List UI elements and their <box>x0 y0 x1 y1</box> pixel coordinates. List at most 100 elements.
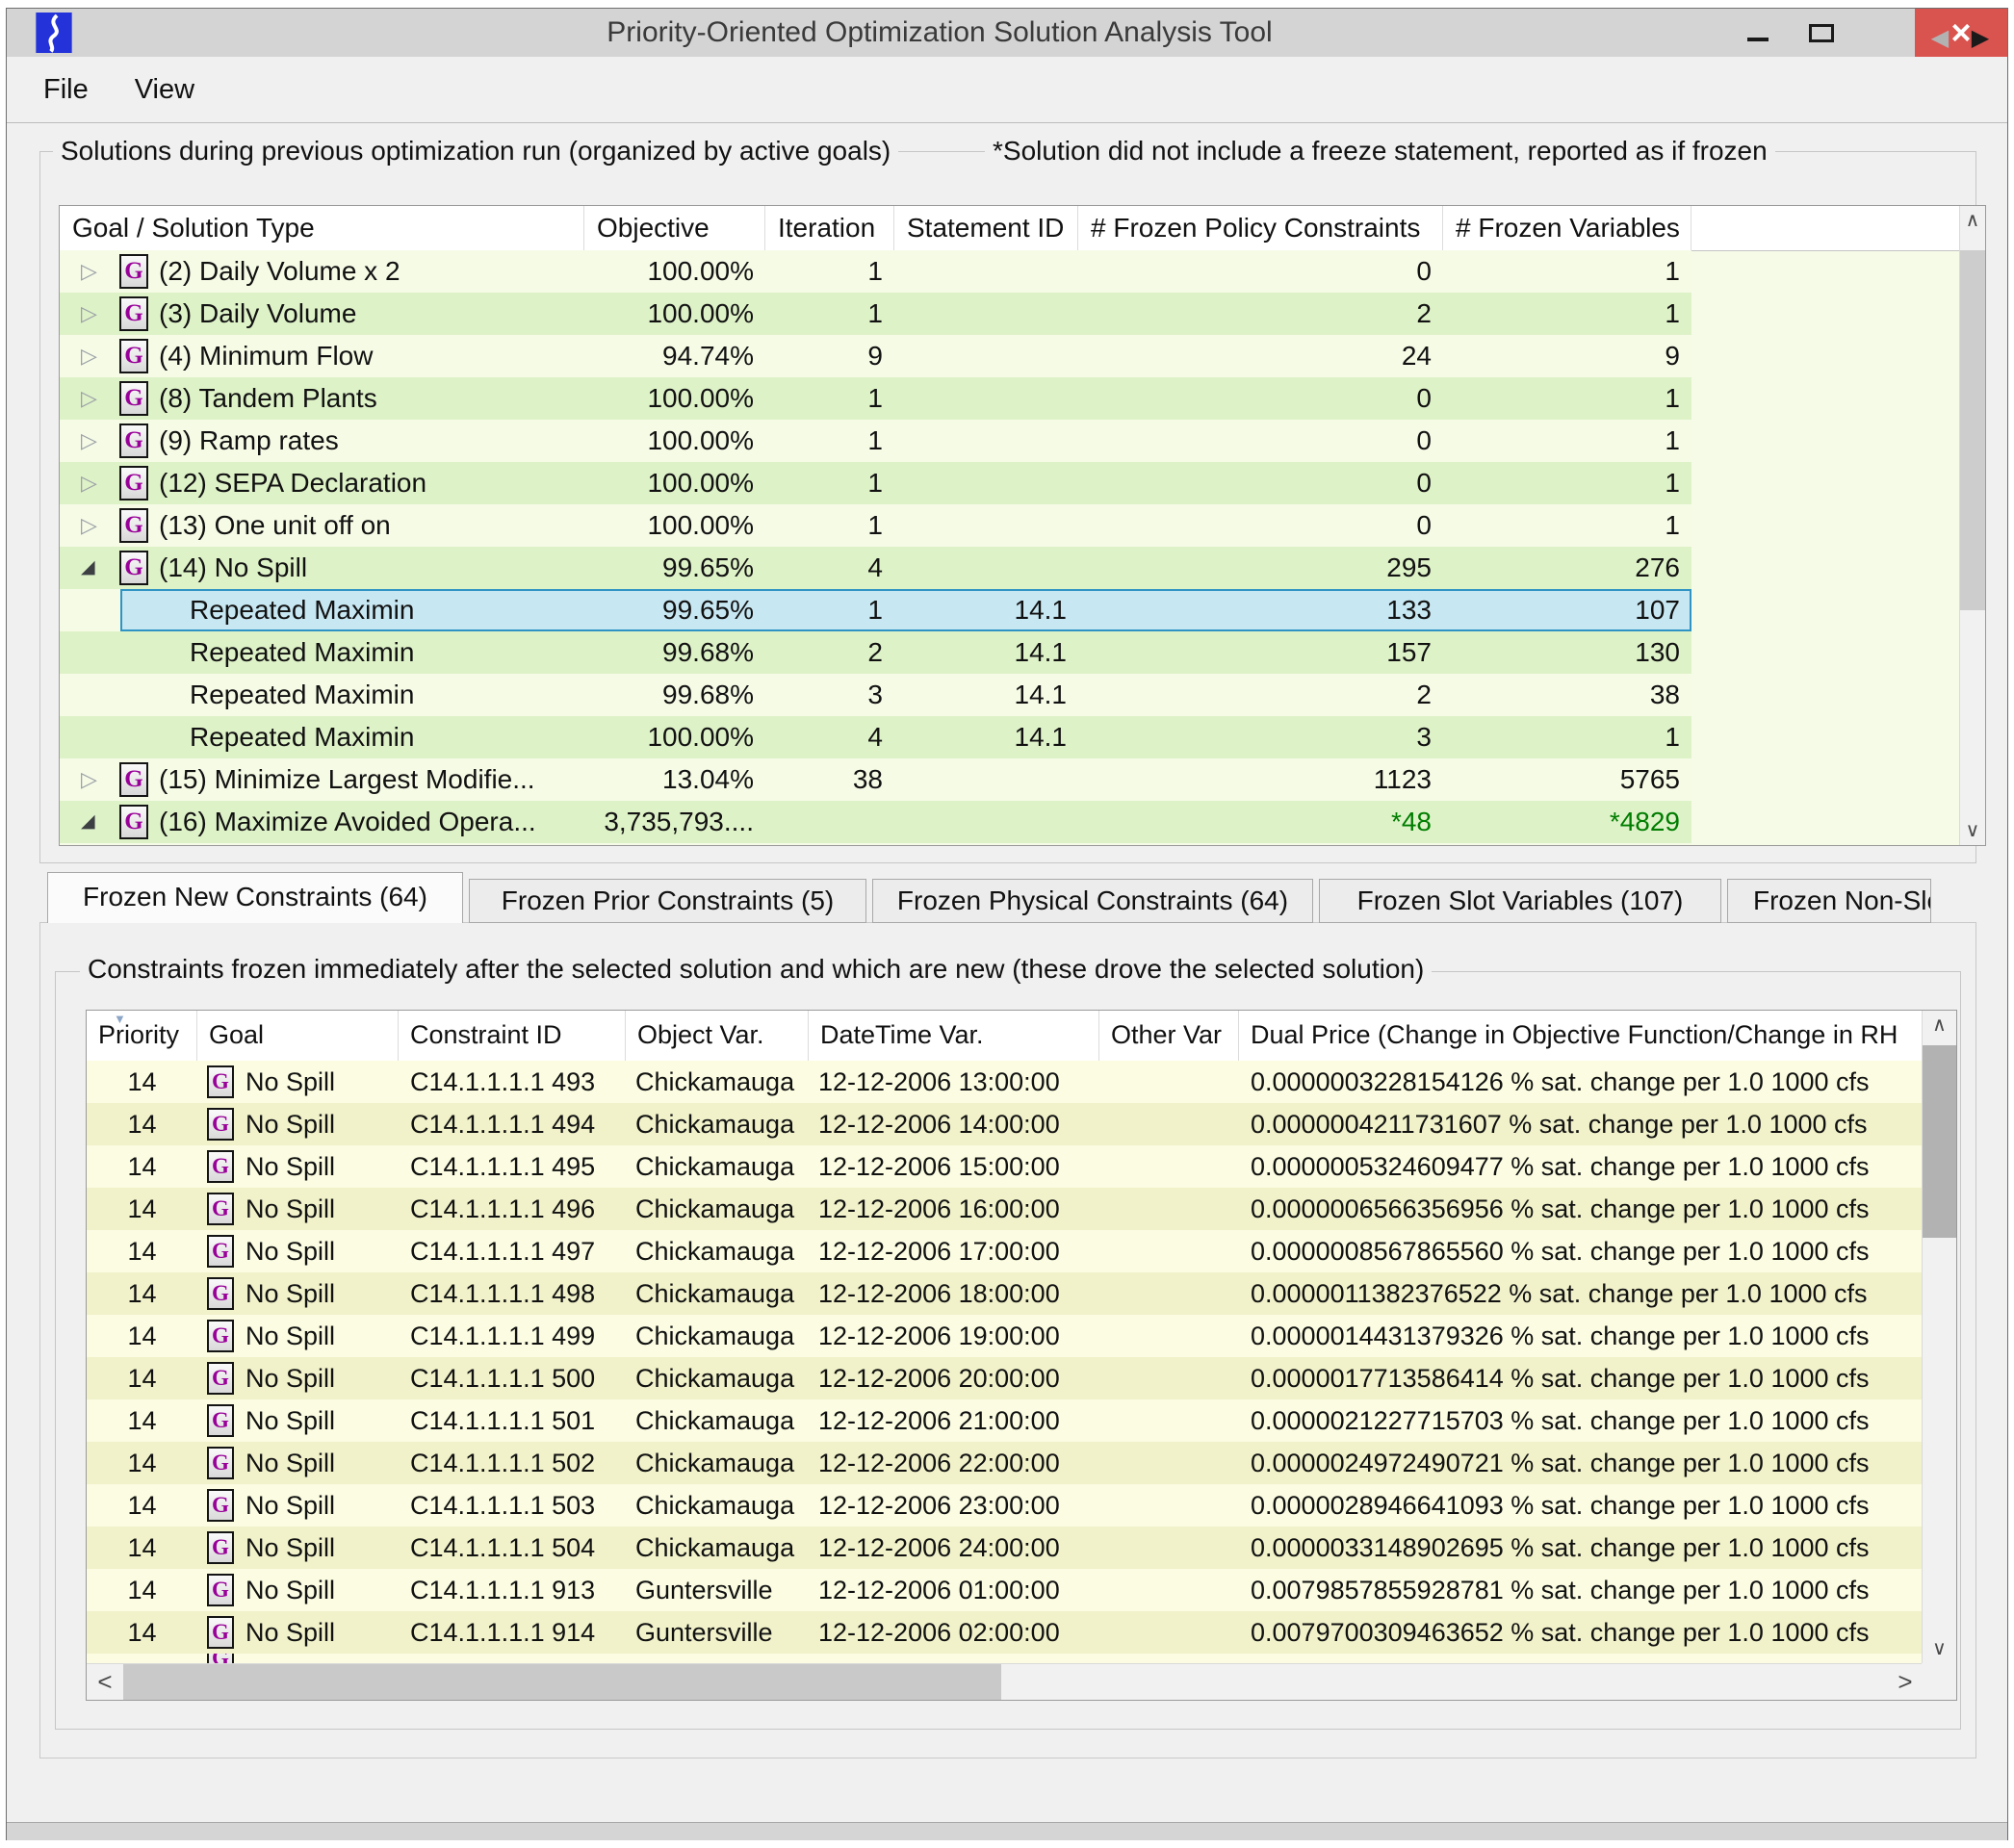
scroll-left-icon[interactable]: < <box>87 1667 123 1697</box>
scroll-up-icon[interactable]: ∧ <box>1966 206 1980 235</box>
iteration-cell: 1 <box>765 589 894 631</box>
constraint-row[interactable]: 14 G No Spill C14.1.1.1.1 501 Chickamaug… <box>87 1399 1922 1442</box>
constraint-row[interactable]: 14 G No Spill C14.1.1.1.1 495 Chickamaug… <box>87 1145 1922 1188</box>
constraint-row[interactable]: 14 G No Spill C14.1.1.1.1 493 Chickamaug… <box>87 1061 1922 1103</box>
tab[interactable]: Frozen Non-Slo <box>1727 879 1931 923</box>
constraint-row[interactable]: 14 G No Spill C14.1.1.1.1 914 Guntersvil… <box>87 1611 1922 1654</box>
constraint-id-cell: C14.1.1.1.1 914 <box>399 1611 626 1654</box>
solution-row[interactable]: ▷ G (12) SEPA Declaration 100.00% 1 0 1 <box>60 462 1691 504</box>
solution-row[interactable]: ◢ G (14) No Spill 99.65% 4 295 276 <box>60 547 1691 589</box>
priority-cell: 14 <box>87 1357 197 1399</box>
solution-row[interactable]: G Repeated Maximin 100.00% 4 14.1 3 1 <box>60 716 1691 758</box>
datetime-var-cell <box>809 1654 1099 1663</box>
maximize-button[interactable] <box>1790 9 1853 57</box>
constraints-rows: 14 G No Spill C14.1.1.1.1 493 Chickamaug… <box>87 1061 1922 1663</box>
header-datetime-var[interactable]: DateTime Var. <box>809 1011 1099 1061</box>
policy-constraints-cell: 2 <box>1078 674 1443 716</box>
header-frozen-policy-constraints[interactable]: # Frozen Policy Constraints <box>1078 206 1443 250</box>
tab[interactable]: Frozen Slot Variables (107) <box>1319 879 1721 923</box>
other-var-cell <box>1099 1145 1239 1188</box>
expander-icon[interactable]: ▷ <box>81 377 119 420</box>
tab[interactable]: Frozen New Constraints (64) <box>47 872 463 923</box>
header-constraint-id[interactable]: Constraint ID <box>399 1011 626 1061</box>
constraints-horizontal-scrollbar[interactable]: < > <box>87 1663 1924 1700</box>
dual-price-cell: 0.0000005324609477 % sat. change per 1.0… <box>1239 1145 1923 1188</box>
header-statement-id[interactable]: Statement ID <box>894 206 1078 250</box>
solution-row[interactable]: G Repeated Maximin 99.68% 3 14.1 2 38 <box>60 674 1691 716</box>
header-goal[interactable]: Goal <box>197 1011 399 1061</box>
menu-view[interactable]: View <box>112 74 218 106</box>
expander-icon[interactable]: ▷ <box>81 758 119 801</box>
tab-scroll-right-icon[interactable]: ▶ <box>1963 20 1998 57</box>
tab[interactable]: Frozen Prior Constraints (5) <box>469 879 866 923</box>
constraint-row[interactable]: 14 G No Spill C14.1.1.1.1 499 Chickamaug… <box>87 1315 1922 1357</box>
solution-row[interactable]: G Repeated Maximin 99.65% 1 14.1 133 107 <box>60 589 1691 631</box>
solution-row[interactable]: ▷ G (9) Ramp rates 100.00% 1 0 1 <box>60 420 1691 462</box>
goal-icon: G <box>119 508 148 543</box>
header-object-var[interactable]: Object Var. <box>626 1011 809 1061</box>
solution-row[interactable]: ▷ G (13) One unit off on 100.00% 1 0 1 <box>60 504 1691 547</box>
objective-cell: 100.00% <box>584 420 765 462</box>
constraint-row[interactable]: 14 G No Spill C14.1.1.1.1 500 Chickamaug… <box>87 1357 1922 1399</box>
constraint-row[interactable]: 14 G No Spill C14.1.1.1.1 498 Chickamaug… <box>87 1272 1922 1315</box>
tab-label: Frozen New Constraints (64) <box>83 882 427 911</box>
object-var-cell: Chickamauga <box>626 1357 809 1399</box>
title-bar[interactable]: Priority-Oriented Optimization Solution … <box>7 9 2007 57</box>
scroll-up-icon[interactable]: ∧ <box>1932 1011 1947 1040</box>
minimize-button[interactable] <box>1726 9 1790 57</box>
solution-row[interactable]: ▷ G (3) Daily Volume 100.00% 1 2 1 <box>60 293 1691 335</box>
expander-icon[interactable]: ▷ <box>81 250 119 293</box>
solution-row[interactable]: G Repeated Maximin 99.68% 2 14.1 157 130 <box>60 631 1691 674</box>
solution-row[interactable]: ▷ G (8) Tandem Plants 100.00% 1 0 1 <box>60 377 1691 420</box>
header-objective[interactable]: Objective <box>584 206 765 250</box>
row-label: (4) Minimum Flow <box>159 335 373 377</box>
row-label: (16) Maximize Avoided Opera... <box>159 801 536 843</box>
goal-cell: G No Spill <box>197 1527 399 1569</box>
expander-icon[interactable]: ▷ <box>81 335 119 377</box>
constraint-row[interactable]: 14 G No Spill C14.1.1.1.1 494 Chickamaug… <box>87 1103 1922 1145</box>
variables-cell: 1 <box>1443 377 1691 420</box>
header-other-var[interactable]: Other Var <box>1099 1011 1239 1061</box>
constraints-vertical-scrollbar[interactable]: ∧ ∨ <box>1922 1011 1956 1663</box>
constraint-row[interactable]: 14 G No Spill C14.1.1.1.1 504 Chickamaug… <box>87 1527 1922 1569</box>
expander-icon[interactable]: ◢ <box>81 801 119 843</box>
expander-icon[interactable]: ▷ <box>81 293 119 335</box>
header-frozen-variables[interactable]: # Frozen Variables <box>1443 206 1691 250</box>
constraint-row[interactable]: G <box>87 1654 1922 1663</box>
constraints-vscroll-thumb[interactable] <box>1923 1045 1956 1238</box>
solution-row[interactable]: ◢ G (16) Maximize Avoided Opera... 3,735… <box>60 801 1691 843</box>
expander-icon[interactable]: ▷ <box>81 504 119 547</box>
expander-icon[interactable]: ▷ <box>81 420 119 462</box>
dual-price-cell: 0.0000024972490721 % sat. change per 1.0… <box>1239 1442 1923 1484</box>
goal-cell: G <box>197 1654 399 1663</box>
objective-cell: 100.00% <box>584 377 765 420</box>
constraint-row[interactable]: 14 G No Spill C14.1.1.1.1 496 Chickamaug… <box>87 1188 1922 1230</box>
header-iteration[interactable]: Iteration <box>765 206 894 250</box>
header-goal-solution-type[interactable]: Goal / Solution Type <box>60 206 584 250</box>
scroll-down-icon[interactable]: ∨ <box>1966 816 1980 845</box>
constraint-row[interactable]: 14 G No Spill C14.1.1.1.1 503 Chickamaug… <box>87 1484 1922 1527</box>
header-priority[interactable]: ▼ Priority <box>87 1011 197 1061</box>
constraints-hscroll-thumb[interactable] <box>123 1664 1001 1700</box>
constraint-row[interactable]: 14 G No Spill C14.1.1.1.1 497 Chickamaug… <box>87 1230 1922 1272</box>
constraint-row[interactable]: 14 G No Spill C14.1.1.1.1 502 Chickamaug… <box>87 1442 1922 1484</box>
objective-cell: 99.65% <box>584 589 765 631</box>
solution-row[interactable]: ▷ G (15) Minimize Largest Modifie... 13.… <box>60 758 1691 801</box>
statement-id-cell <box>894 801 1078 843</box>
tab[interactable]: Frozen Physical Constraints (64) <box>872 879 1313 923</box>
constraint-row[interactable]: 14 G No Spill C14.1.1.1.1 913 Guntersvil… <box>87 1569 1922 1611</box>
menu-file[interactable]: File <box>7 74 112 106</box>
expander-icon[interactable]: ◢ <box>81 547 119 589</box>
tree-vertical-scrollbar[interactable]: ∧ ∨ <box>1959 206 1985 845</box>
scroll-down-icon[interactable]: ∨ <box>1932 1634 1947 1663</box>
dual-price-cell: 0.0079857855928781 % sat. change per 1.0… <box>1239 1569 1923 1611</box>
expander-icon[interactable]: ▷ <box>81 462 119 504</box>
constraint-id-cell: C14.1.1.1.1 501 <box>399 1399 626 1442</box>
goal-icon: G <box>119 466 148 500</box>
header-dual-price[interactable]: Dual Price (Change in Objective Function… <box>1239 1011 1923 1061</box>
tree-scroll-thumb[interactable] <box>1960 250 1985 610</box>
scroll-right-icon[interactable]: > <box>1887 1667 1924 1697</box>
solution-row[interactable]: ▷ G (4) Minimum Flow 94.74% 9 24 9 <box>60 335 1691 377</box>
solution-row[interactable]: ▷ G (2) Daily Volume x 2 100.00% 1 0 1 <box>60 250 1691 293</box>
tab-scroll-left-icon[interactable]: ◀ <box>1923 20 1957 57</box>
